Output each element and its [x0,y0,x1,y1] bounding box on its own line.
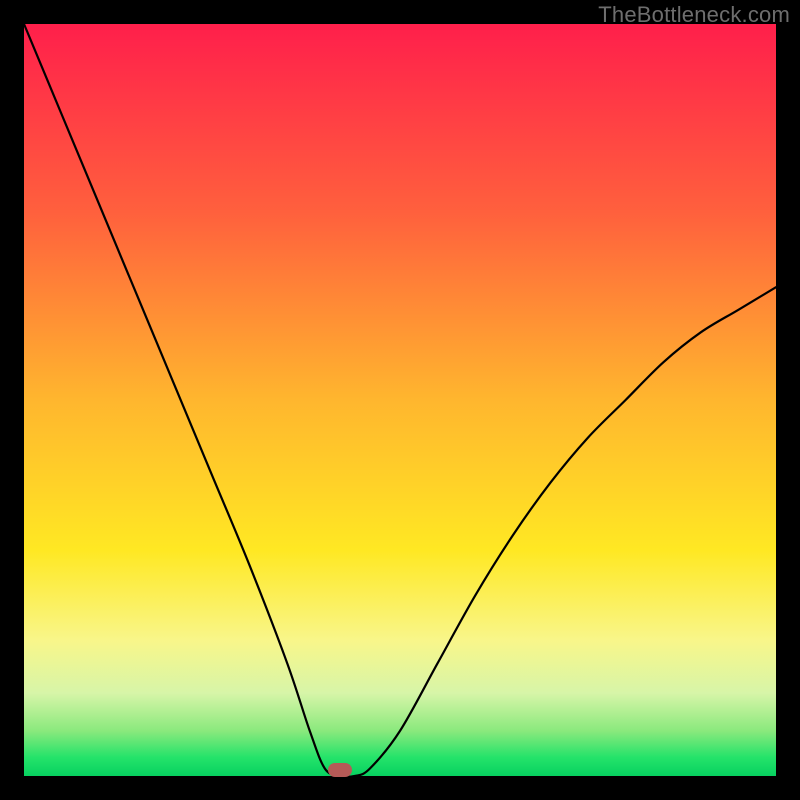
curve-svg [24,24,776,776]
minimum-marker [328,763,352,777]
watermark-text: TheBottleneck.com [598,2,790,28]
chart-frame: TheBottleneck.com [0,0,800,800]
plot-area [24,24,776,776]
bottleneck-curve [24,24,776,777]
